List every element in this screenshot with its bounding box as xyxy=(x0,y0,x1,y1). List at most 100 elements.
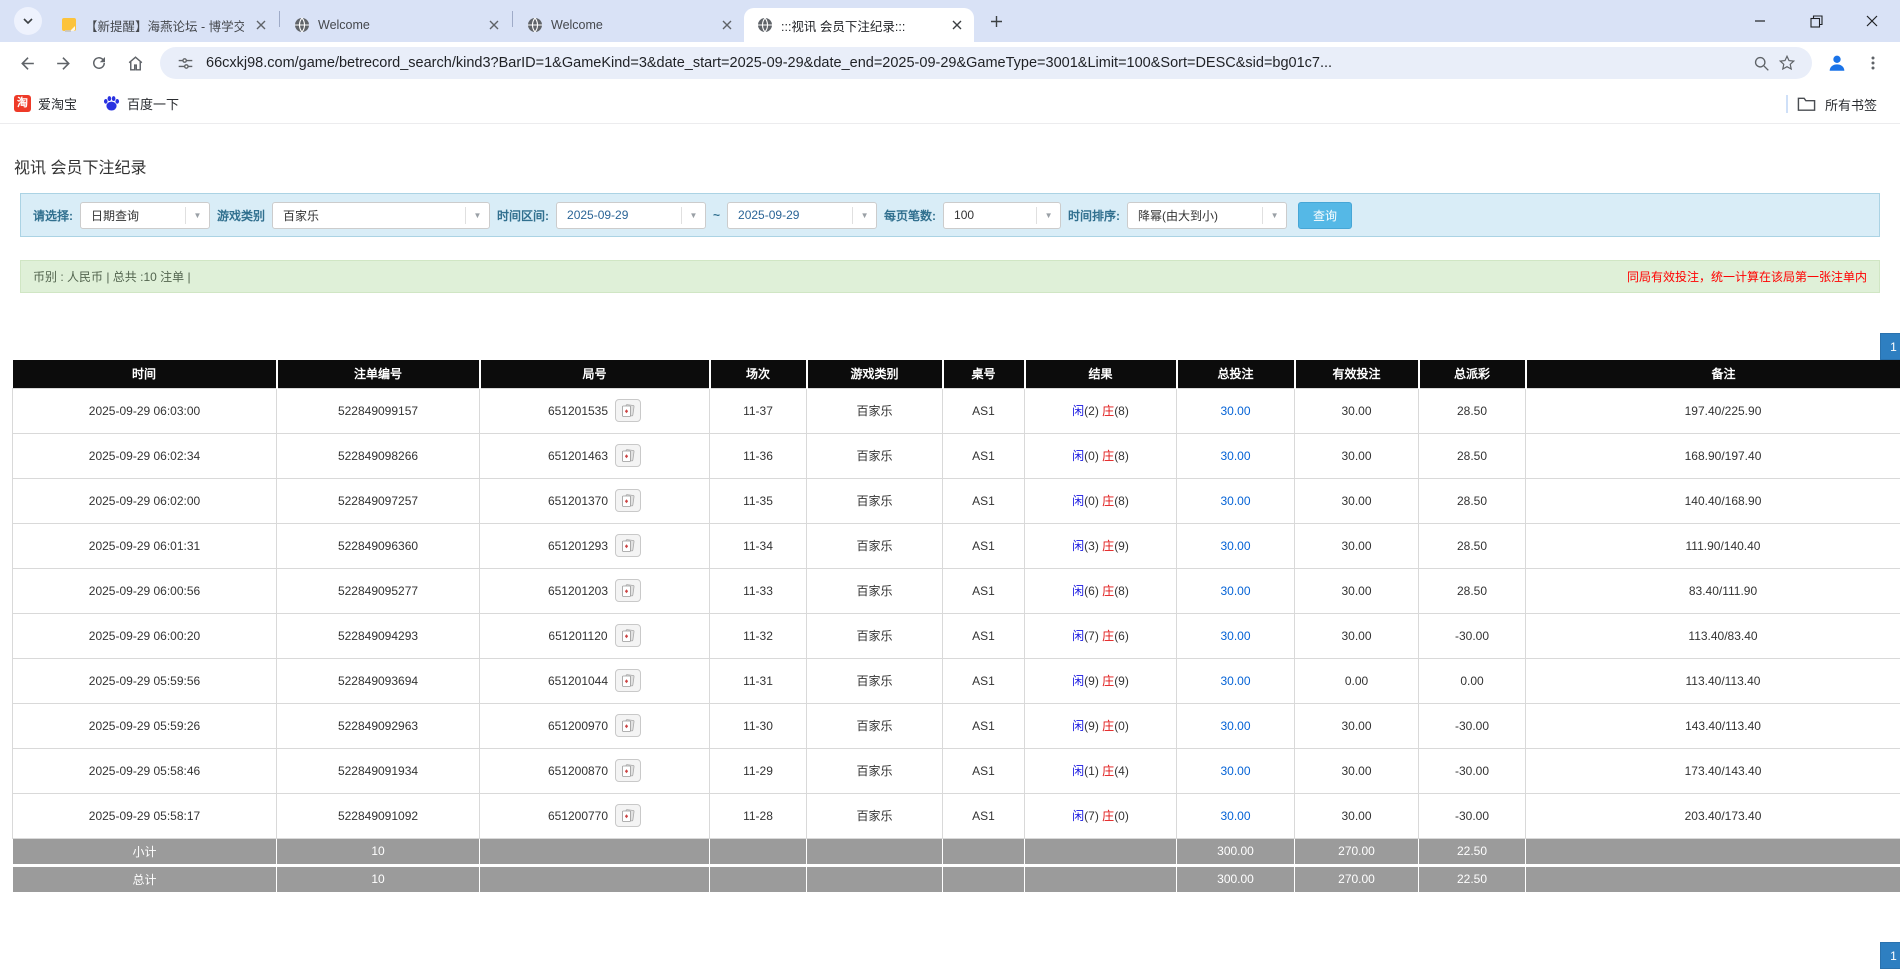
result-player: 闲 xyxy=(1072,674,1084,688)
game-type-select[interactable]: 百家乐 ▼ xyxy=(272,202,490,229)
pagination-page-1-top[interactable]: 1 xyxy=(1880,333,1900,360)
result-player-score: (7) xyxy=(1084,629,1099,643)
back-button[interactable] xyxy=(10,46,44,80)
new-tab-button[interactable] xyxy=(982,7,1010,35)
cell-bet-id: 522849099157 xyxy=(277,388,480,433)
address-bar[interactable]: 66cxkj98.com/game/betrecord_search/kind3… xyxy=(160,47,1812,79)
round-detail-icon[interactable] xyxy=(615,714,641,737)
date-end-select[interactable]: 2025-09-29 ▼ xyxy=(727,202,877,229)
total-bet-link[interactable]: 30.00 xyxy=(1220,764,1250,778)
tab-welcome-2[interactable]: Welcome xyxy=(514,8,744,42)
tab-search-button[interactable] xyxy=(14,7,42,35)
round-detail-icon[interactable] xyxy=(615,444,641,467)
tab-haiyan-forum[interactable]: 【新提醒】海燕论坛 - 博学交流 xyxy=(48,8,278,42)
sort-select[interactable]: 降幂(由大到小) ▼ xyxy=(1127,202,1287,229)
round-detail-icon[interactable] xyxy=(615,804,641,827)
cell-bet-id: 522849098266 xyxy=(277,433,480,478)
close-icon[interactable] xyxy=(948,16,966,34)
zoom-icon[interactable] xyxy=(1748,50,1774,76)
total-bet-link[interactable]: 30.00 xyxy=(1220,719,1250,733)
reload-button[interactable] xyxy=(82,46,116,80)
sort-label: 时间排序: xyxy=(1068,207,1120,224)
cell-game: 百家乐 xyxy=(807,793,943,838)
cell-table: AS1 xyxy=(943,793,1025,838)
result-banker: 庄 xyxy=(1102,494,1114,508)
restore-icon xyxy=(1810,15,1823,28)
total-bet-link[interactable]: 30.00 xyxy=(1220,539,1250,553)
close-icon[interactable] xyxy=(718,16,736,34)
game-type-label: 游戏类别 xyxy=(217,207,265,224)
cell-result: 闲(7) 庄(0) xyxy=(1025,793,1177,838)
round-detail-icon[interactable] xyxy=(615,759,641,782)
cell-game: 百家乐 xyxy=(807,703,943,748)
cell-payout: 28.50 xyxy=(1419,478,1526,523)
total-bet-link[interactable]: 30.00 xyxy=(1220,404,1250,418)
round-detail-icon[interactable] xyxy=(615,489,641,512)
subtotal-valid-bet: 270.00 xyxy=(1295,838,1419,865)
round-detail-icon[interactable] xyxy=(615,579,641,602)
search-button[interactable]: 查询 xyxy=(1298,202,1352,229)
cell-total-bet: 30.00 xyxy=(1177,748,1295,793)
minimize-button[interactable] xyxy=(1732,0,1788,42)
baidu-paw-icon xyxy=(103,95,120,112)
tab-bet-records-active[interactable]: :::视讯 会员下注纪录::: xyxy=(744,8,974,42)
date-start-select[interactable]: 2025-09-29 ▼ xyxy=(556,202,706,229)
subtotal-total-bet: 300.00 xyxy=(1177,838,1295,865)
cell-time: 2025-09-29 06:02:00 xyxy=(13,478,277,523)
tune-icon[interactable] xyxy=(172,50,198,76)
cell-payout: 28.50 xyxy=(1419,568,1526,613)
url-text: 66cxkj98.com/game/betrecord_search/kind3… xyxy=(206,55,1748,71)
cell-payout: -30.00 xyxy=(1419,793,1526,838)
globe-icon xyxy=(293,17,310,34)
col-header-payout: 总派彩 xyxy=(1419,360,1526,388)
total-bet-link[interactable]: 30.00 xyxy=(1220,809,1250,823)
total-bet-link[interactable]: 30.00 xyxy=(1220,584,1250,598)
cell-bet-id: 522849095277 xyxy=(277,568,480,613)
round-detail-icon[interactable] xyxy=(615,399,641,422)
cell-time: 2025-09-29 06:03:00 xyxy=(13,388,277,433)
cell-total-bet: 30.00 xyxy=(1177,388,1295,433)
result-player: 闲 xyxy=(1072,449,1084,463)
cell-session: 11-28 xyxy=(710,793,807,838)
result-banker: 庄 xyxy=(1102,404,1114,418)
tab-welcome-1[interactable]: Welcome xyxy=(281,8,511,42)
cell-bet-id: 522849097257 xyxy=(277,478,480,523)
profile-button[interactable] xyxy=(1820,46,1854,80)
total-bet-link[interactable]: 30.00 xyxy=(1220,494,1250,508)
cell-round: 651201044 xyxy=(480,658,710,703)
result-banker: 庄 xyxy=(1102,584,1114,598)
subtotal-count: 10 xyxy=(277,838,480,865)
filter-bar: 请选择: 日期查询 ▼ 游戏类别 百家乐 ▼ 时间区间: 2025-09-29 … xyxy=(20,193,1880,237)
total-bet-link[interactable]: 30.00 xyxy=(1220,629,1250,643)
home-icon xyxy=(126,54,145,73)
restore-button[interactable] xyxy=(1788,0,1844,42)
cell-remark: 113.40/83.40 xyxy=(1526,613,1900,658)
bookmark-baidu[interactable]: 百度一下 xyxy=(103,94,179,113)
round-detail-icon[interactable] xyxy=(615,534,641,557)
result-player-score: (1) xyxy=(1084,764,1099,778)
forward-button[interactable] xyxy=(46,46,80,80)
round-detail-icon[interactable] xyxy=(615,624,641,647)
cell-payout: 28.50 xyxy=(1419,388,1526,433)
round-number: 651201370 xyxy=(548,494,608,508)
total-bet-link[interactable]: 30.00 xyxy=(1220,449,1250,463)
menu-button[interactable] xyxy=(1856,46,1890,80)
all-bookmarks[interactable]: 所有书签 xyxy=(1786,84,1877,124)
total-bet-link[interactable]: 30.00 xyxy=(1220,674,1250,688)
bookmark-aitaobao[interactable]: 淘 爱淘宝 xyxy=(14,94,77,113)
table-row: 2025-09-29 05:58:17 522849091092 6512007… xyxy=(13,793,1900,838)
cell-payout: 28.50 xyxy=(1419,433,1526,478)
chevron-down-icon: ▼ xyxy=(681,207,705,224)
page-size-select[interactable]: 100 ▼ xyxy=(943,202,1061,229)
pagination-page-1-bottom[interactable]: 1 xyxy=(1880,942,1900,969)
result-player: 闲 xyxy=(1072,629,1084,643)
close-icon[interactable] xyxy=(252,16,270,34)
close-window-button[interactable] xyxy=(1844,0,1900,42)
home-button[interactable] xyxy=(118,46,152,80)
close-icon[interactable] xyxy=(485,16,503,34)
star-icon[interactable] xyxy=(1774,50,1800,76)
cell-payout: 28.50 xyxy=(1419,523,1526,568)
profile-icon xyxy=(1826,52,1848,74)
round-detail-icon[interactable] xyxy=(615,669,641,692)
query-type-select[interactable]: 日期查询 ▼ xyxy=(80,202,210,229)
